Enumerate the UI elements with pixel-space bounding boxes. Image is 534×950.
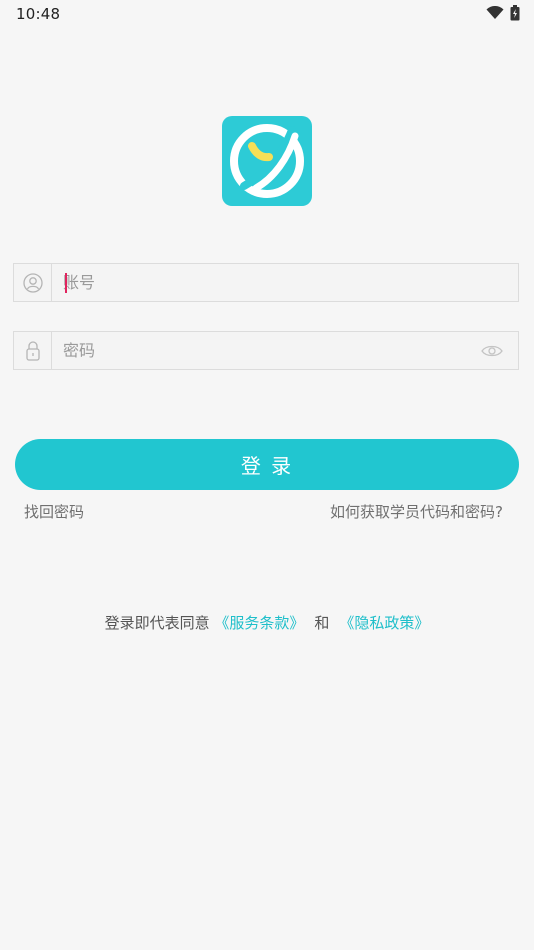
account-input[interactable] [52, 264, 518, 301]
help-link[interactable]: 如何获取学员代码和密码? [330, 501, 503, 522]
status-icons [486, 5, 520, 21]
agreement-text: 登录即代表同意 《服务条款》和《隐私政策》 [0, 612, 534, 633]
agreement-prefix: 登录即代表同意 [104, 614, 210, 632]
login-button[interactable]: 登 录 [15, 439, 519, 490]
forgot-password-link[interactable]: 找回密码 [24, 501, 84, 522]
agreement-and: 和 [314, 614, 330, 632]
eye-icon[interactable] [472, 332, 512, 369]
wifi-icon [486, 6, 504, 19]
lock-icon [14, 332, 52, 369]
account-field [13, 263, 519, 302]
text-cursor [65, 273, 67, 293]
status-time: 10:48 [16, 5, 61, 23]
app-logo [222, 116, 312, 206]
user-icon [14, 264, 52, 301]
terms-link[interactable]: 《服务条款》 [214, 614, 304, 632]
battery-icon [510, 5, 520, 21]
privacy-link[interactable]: 《隐私政策》 [339, 614, 429, 632]
status-bar: 10:48 [0, 0, 534, 28]
password-field [13, 331, 519, 370]
password-input[interactable] [52, 332, 472, 369]
